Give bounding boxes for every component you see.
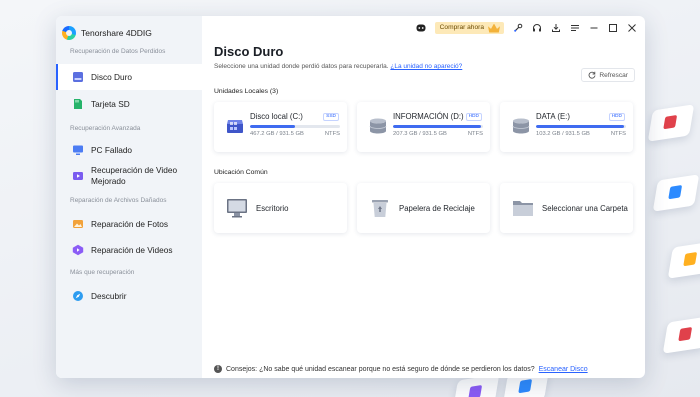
sidebar-item-label: Recuperación de Video Mejorado: [91, 165, 178, 186]
drive-usage-fill: [393, 125, 482, 128]
section-title-advanced: Recuperación Avanzada: [70, 125, 141, 132]
drive-filesystem: NTFS: [467, 131, 483, 137]
drive-not-found-link[interactable]: ¿La unidad no apareció?: [390, 63, 462, 70]
scan-disk-link[interactable]: Escanear Disco: [539, 366, 588, 373]
drive-meta: 103.2 GB / 931.5 GB NTFS: [536, 131, 626, 137]
drive-card-d[interactable]: INFORMACIÓN (D:) HDD 207.3 GB / 931.5 GB…: [357, 102, 490, 152]
app-title: Tenorshare 4DDIG: [81, 28, 152, 38]
sidebar-item-crashed-pc[interactable]: PC Fallado: [56, 138, 202, 162]
drive-capacity: 103.2 GB / 931.5 GB: [536, 131, 590, 137]
buy-now-button[interactable]: Comprar ahora: [434, 22, 504, 34]
close-icon[interactable]: [627, 23, 637, 33]
download-icon[interactable]: [551, 23, 561, 33]
page-title: Disco Duro: [214, 44, 284, 59]
drive-usage-fill: [536, 125, 625, 128]
drive-meta: 467.2 GB / 931.5 GB NTFS: [250, 131, 340, 137]
desktop-icon: [227, 199, 247, 218]
sidebar-item-label: Descubrir: [91, 291, 127, 301]
video-recovery-icon: [73, 172, 83, 180]
maximize-icon[interactable]: [608, 23, 618, 33]
crashed-pc-icon: [73, 145, 83, 155]
video-repair-icon: [72, 244, 84, 256]
location-select-folder[interactable]: Seleccionar una Carpeta: [500, 183, 633, 233]
wrench-icon[interactable]: [513, 23, 523, 33]
decorative-tile: [647, 104, 695, 142]
location-label: Seleccionar una Carpeta: [542, 203, 628, 213]
discover-icon: [73, 291, 83, 301]
section-title-lost-data: Recuperación de Datos Perdidos: [70, 48, 166, 55]
hard-drive-icon: [369, 118, 387, 134]
app-brand: Tenorshare 4DDIG: [56, 22, 202, 44]
photo-repair-icon: [73, 220, 83, 228]
buy-crown-icon: [488, 23, 500, 33]
sidebar-item-photo-repair[interactable]: Reparación de Fotos: [56, 211, 202, 237]
app-window: Tenorshare 4DDIG Recuperación de Datos P…: [56, 16, 645, 378]
titlebar: Comprar ahora: [214, 18, 645, 38]
refresh-icon: [589, 71, 596, 79]
location-label: Papelera de Reciclaje: [399, 203, 475, 213]
local-units-heading: Unidades Locales (3): [214, 88, 279, 95]
app-logo-icon: [62, 26, 76, 40]
drive-card-e[interactable]: DATA (E:) HDD 103.2 GB / 931.5 GB NTFS: [500, 102, 633, 152]
main-panel: Comprar ahora Disco Duro Seleccione una …: [202, 16, 645, 378]
sidebar-item-label: Reparación de Fotos: [91, 219, 169, 229]
buy-now-label: Comprar ahora: [439, 24, 484, 31]
drive-capacity: 207.3 GB / 931.5 GB: [393, 131, 447, 137]
tip-bar: ! Consejos: ¿No sabe qué unidad escanear…: [214, 365, 588, 373]
hard-drive-icon: [227, 120, 243, 133]
sidebar-item-label: Disco Duro: [91, 72, 133, 82]
sidebar-item-discover[interactable]: Descubrir: [56, 283, 202, 309]
drive-filesystem: NTFS: [610, 131, 626, 137]
decorative-tile: [667, 241, 700, 279]
info-icon: !: [214, 365, 222, 373]
drive-usage-bar: [393, 125, 483, 128]
hard-drive-icon: [512, 118, 530, 134]
drive-filesystem: NTFS: [324, 131, 340, 137]
headset-icon[interactable]: [532, 23, 542, 33]
menu-icon[interactable]: [570, 23, 580, 33]
decorative-tile: [662, 316, 700, 354]
drive-type-badge: SSD: [323, 113, 339, 121]
drive-list: Disco local (C:) SSD 467.2 GB / 931.5 GB…: [214, 102, 645, 152]
drive-meta: 207.3 GB / 931.5 GB NTFS: [393, 131, 483, 137]
folder-icon: [513, 201, 533, 216]
location-recycle-bin[interactable]: Papelera de Reciclaje: [357, 183, 490, 233]
drive-card-c[interactable]: Disco local (C:) SSD 467.2 GB / 931.5 GB…: [214, 102, 347, 152]
decorative-tile: [652, 174, 700, 212]
minimize-icon[interactable]: [589, 23, 599, 33]
section-title-more: Más que recuperación: [70, 269, 135, 276]
drive-usage-bar: [250, 125, 340, 128]
hard-drive-icon: [73, 72, 83, 82]
sidebar-item-video-repair[interactable]: Reparación de Videos: [56, 237, 202, 263]
sidebar-item-hard-drive[interactable]: Disco Duro: [56, 64, 202, 90]
location-desktop[interactable]: Escritorio: [214, 183, 347, 233]
sidebar-item-video-recovery[interactable]: Recuperación de Video Mejorado: [56, 162, 202, 190]
sidebar-item-sd-card[interactable]: Tarjeta SD: [56, 91, 202, 117]
location-label: Escritorio: [256, 203, 289, 213]
page-subtitle: Seleccione una unidad donde perdió datos…: [214, 63, 645, 70]
drive-type-badge: HDD: [465, 113, 482, 121]
refresh-label: Refrescar: [599, 71, 628, 79]
refresh-button[interactable]: Refrescar: [581, 68, 635, 82]
location-list: Escritorio Papelera de Reciclaje Selecci…: [214, 183, 645, 233]
section-title-repair: Reparación de Archivos Dañados: [70, 197, 167, 204]
discord-icon[interactable]: [416, 23, 426, 33]
sidebar: Tenorshare 4DDIG Recuperación de Datos P…: [56, 16, 202, 378]
drive-usage-bar: [536, 125, 626, 128]
drive-type-badge: HDD: [608, 113, 625, 121]
subtitle-text: Seleccione una unidad donde perdió datos…: [214, 63, 389, 70]
tip-text: Consejos: ¿No sabe qué unidad escanear p…: [226, 365, 535, 373]
sd-card-icon: [74, 99, 82, 109]
drive-usage-fill: [250, 125, 295, 128]
sidebar-item-label: Tarjeta SD: [91, 99, 130, 109]
common-location-heading: Ubicación Común: [214, 169, 268, 176]
recycle-bin-icon: [372, 200, 388, 217]
sidebar-item-label: PC Fallado: [91, 145, 133, 155]
sidebar-item-label: Reparación de Videos: [91, 245, 173, 255]
drive-capacity: 467.2 GB / 931.5 GB: [250, 131, 304, 137]
